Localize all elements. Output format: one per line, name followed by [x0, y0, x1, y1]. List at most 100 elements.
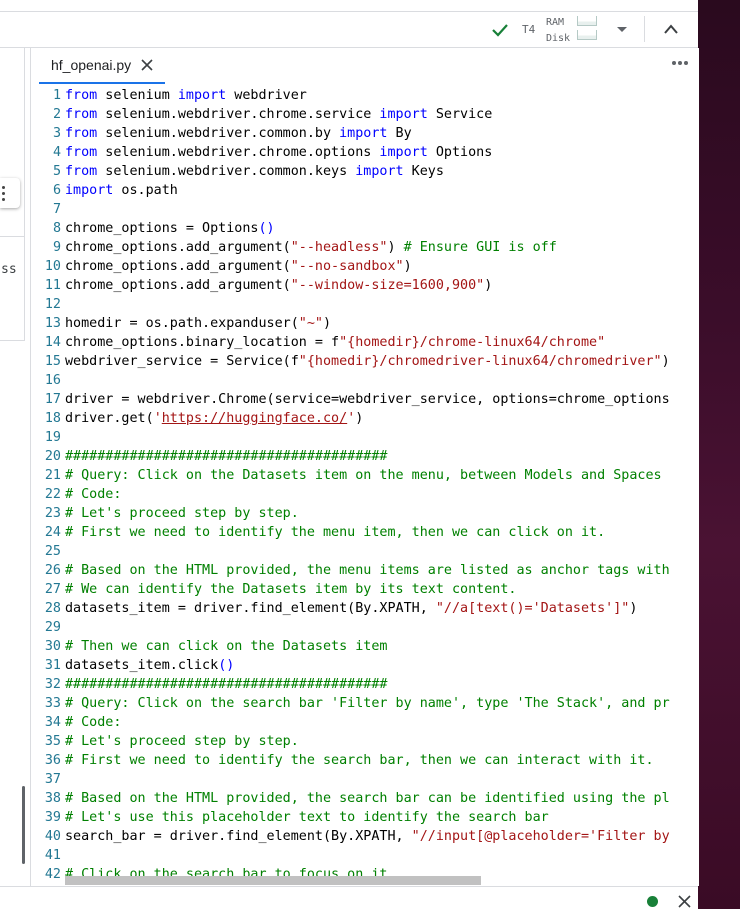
line-number: 23: [44, 506, 61, 521]
code-line[interactable]: 40 search_bar = driver.find_element(By.XP…: [31, 827, 699, 846]
line-number: 13: [44, 316, 61, 331]
code-text: from selenium import webdriver: [65, 88, 307, 103]
code-text: ########################################: [65, 677, 388, 692]
code-text: # Based on the HTML provided, the menu i…: [65, 563, 670, 578]
code-text: chrome_options.add_argument("--window-si…: [65, 278, 493, 293]
code-line[interactable]: 21 # Query: Click on the Datasets item on…: [31, 466, 699, 485]
code-line[interactable]: 32 ######################################…: [31, 675, 699, 694]
code-line[interactable]: 6 import os.path: [31, 181, 699, 200]
top-toolbar: T4 RAM Disk: [0, 0, 698, 48]
code-text: chrome_options.binary_location = f"{home…: [65, 335, 606, 350]
code-line[interactable]: 28 datasets_item = driver.find_element(By…: [31, 599, 699, 618]
ram-label: RAM: [546, 17, 565, 28]
status-dot-icon: [647, 896, 658, 907]
code-line[interactable]: 23 # Let's proceed step by step.: [31, 504, 699, 523]
code-line[interactable]: 37: [31, 770, 699, 789]
code-line[interactable]: 8 chrome_options = Options(): [31, 219, 699, 238]
code-line[interactable]: 20 ######################################…: [31, 447, 699, 466]
line-number: 3: [52, 126, 61, 141]
code-text: chrome_options = Options(): [65, 221, 275, 236]
code-line[interactable]: 38 # Based on the HTML provided, the sear…: [31, 789, 699, 808]
code-line[interactable]: 36 # First we need to identify the search…: [31, 751, 699, 770]
disk-label: Disk: [546, 33, 571, 44]
line-number: 14: [44, 335, 61, 350]
code-line[interactable]: 7: [31, 200, 699, 219]
code-line[interactable]: 10 chrome_options.add_argument("--no-sand…: [31, 257, 699, 276]
line-number: 12: [44, 297, 61, 312]
line-number: 11: [44, 278, 61, 293]
line-number: 39: [44, 810, 61, 825]
code-line[interactable]: 24 # First we need to identify the menu i…: [31, 523, 699, 542]
code-line[interactable]: 39 # Let's use this placeholder text to i…: [31, 808, 699, 827]
code-line[interactable]: 34 # Code:: [31, 713, 699, 732]
code-line[interactable]: 11 chrome_options.add_argument("--window-…: [31, 276, 699, 295]
code-text: # Query: Click on the search bar 'Filter…: [65, 696, 670, 711]
code-line[interactable]: 26 # Based on the HTML provided, the menu…: [31, 561, 699, 580]
toolbar-border-top: [0, 11, 698, 12]
line-number: 26: [44, 563, 61, 578]
code-line[interactable]: 16: [31, 371, 699, 390]
code-text: # First we need to identify the search b…: [65, 753, 654, 768]
code-line[interactable]: 5 from selenium.webdriver.common.keys imp…: [31, 162, 699, 181]
line-number: 25: [44, 544, 61, 559]
code-line[interactable]: 9 chrome_options.add_argument("--headless…: [31, 238, 699, 257]
line-number: 29: [44, 620, 61, 635]
code-line[interactable]: 18 driver.get('https://huggingface.co/'): [31, 409, 699, 428]
code-line[interactable]: 31 datasets_item.click(): [31, 656, 699, 675]
line-number: 15: [44, 354, 61, 369]
chevron-up-icon[interactable]: [662, 22, 680, 36]
code-text: # First we need to identify the menu ite…: [65, 525, 606, 540]
line-number: 2: [52, 107, 61, 122]
code-text: homedir = os.path.expanduser("~"): [65, 316, 332, 331]
horizontal-scrollbar-thumb[interactable]: [65, 876, 481, 885]
code-text: datasets_item.click(): [65, 658, 235, 673]
more-vert-icon[interactable]: [0, 178, 20, 208]
code-line[interactable]: 22 # Code:: [31, 485, 699, 504]
code-line[interactable]: 33 # Query: Click on the search bar 'Filt…: [31, 694, 699, 713]
desktop-background: [698, 0, 740, 909]
code-text: import os.path: [65, 183, 178, 198]
code-line[interactable]: 12: [31, 295, 699, 314]
left-scrollbar-thumb[interactable]: [22, 786, 25, 864]
code-line[interactable]: 13 homedir = os.path.expanduser("~"): [31, 314, 699, 333]
check-icon[interactable]: [490, 20, 510, 40]
line-number: 19: [44, 430, 61, 445]
line-number: 20: [44, 449, 61, 464]
code-line[interactable]: 15 webdriver_service = Service(f"{homedir…: [31, 352, 699, 371]
close-icon[interactable]: [141, 59, 153, 71]
code-line[interactable]: 14 chrome_options.binary_location = f"{ho…: [31, 333, 699, 352]
line-number: 32: [44, 677, 61, 692]
code-line[interactable]: 17 driver = webdriver.Chrome(service=webd…: [31, 390, 699, 409]
line-number: 8: [52, 221, 61, 236]
code-line[interactable]: 41: [31, 846, 699, 865]
line-number: 10: [44, 259, 61, 274]
code-line[interactable]: 1 from selenium import webdriver: [31, 86, 699, 105]
more-horiz-icon[interactable]: [671, 60, 689, 66]
code-line[interactable]: 25: [31, 542, 699, 561]
line-number: 24: [44, 525, 61, 540]
left-panel-divider: [0, 236, 25, 237]
left-panel-truncated-text: ss: [1, 262, 17, 277]
code-text: # Let's use this placeholder text to ide…: [65, 810, 549, 825]
code-content[interactable]: 1 from selenium import webdriver 2 from sel…: [31, 86, 699, 884]
close-icon[interactable]: [678, 895, 691, 908]
caret-down-icon[interactable]: [615, 24, 629, 34]
code-line[interactable]: 2 from selenium.webdriver.chrome.service …: [31, 105, 699, 124]
code-line[interactable]: 19: [31, 428, 699, 447]
code-line[interactable]: 30 # Then we can click on the Datasets it…: [31, 637, 699, 656]
code-line[interactable]: 3 from selenium.webdriver.common.by impor…: [31, 124, 699, 143]
code-line[interactable]: 35 # Let's proceed step by step.: [31, 732, 699, 751]
code-editor[interactable]: hf_openai.py 1 from selenium import webdr…: [30, 48, 699, 886]
code-line[interactable]: 4 from selenium.webdriver.chrome.options …: [31, 143, 699, 162]
runtime-type-label[interactable]: T4: [522, 23, 535, 36]
line-number: 28: [44, 601, 61, 616]
line-number: 37: [44, 772, 61, 787]
resource-labels[interactable]: RAM Disk: [546, 15, 570, 47]
code-text: webdriver_service = Service(f"{homedir}/…: [65, 354, 670, 369]
code-line[interactable]: 27 # We can identify the Datasets item by…: [31, 580, 699, 599]
resource-meters[interactable]: [577, 16, 597, 44]
code-text: # Let's proceed step by step.: [65, 734, 299, 749]
code-line[interactable]: 29: [31, 618, 699, 637]
code-text: from selenium.webdriver.chrome.options i…: [65, 145, 493, 160]
file-tab[interactable]: hf_openai.py: [39, 48, 166, 84]
